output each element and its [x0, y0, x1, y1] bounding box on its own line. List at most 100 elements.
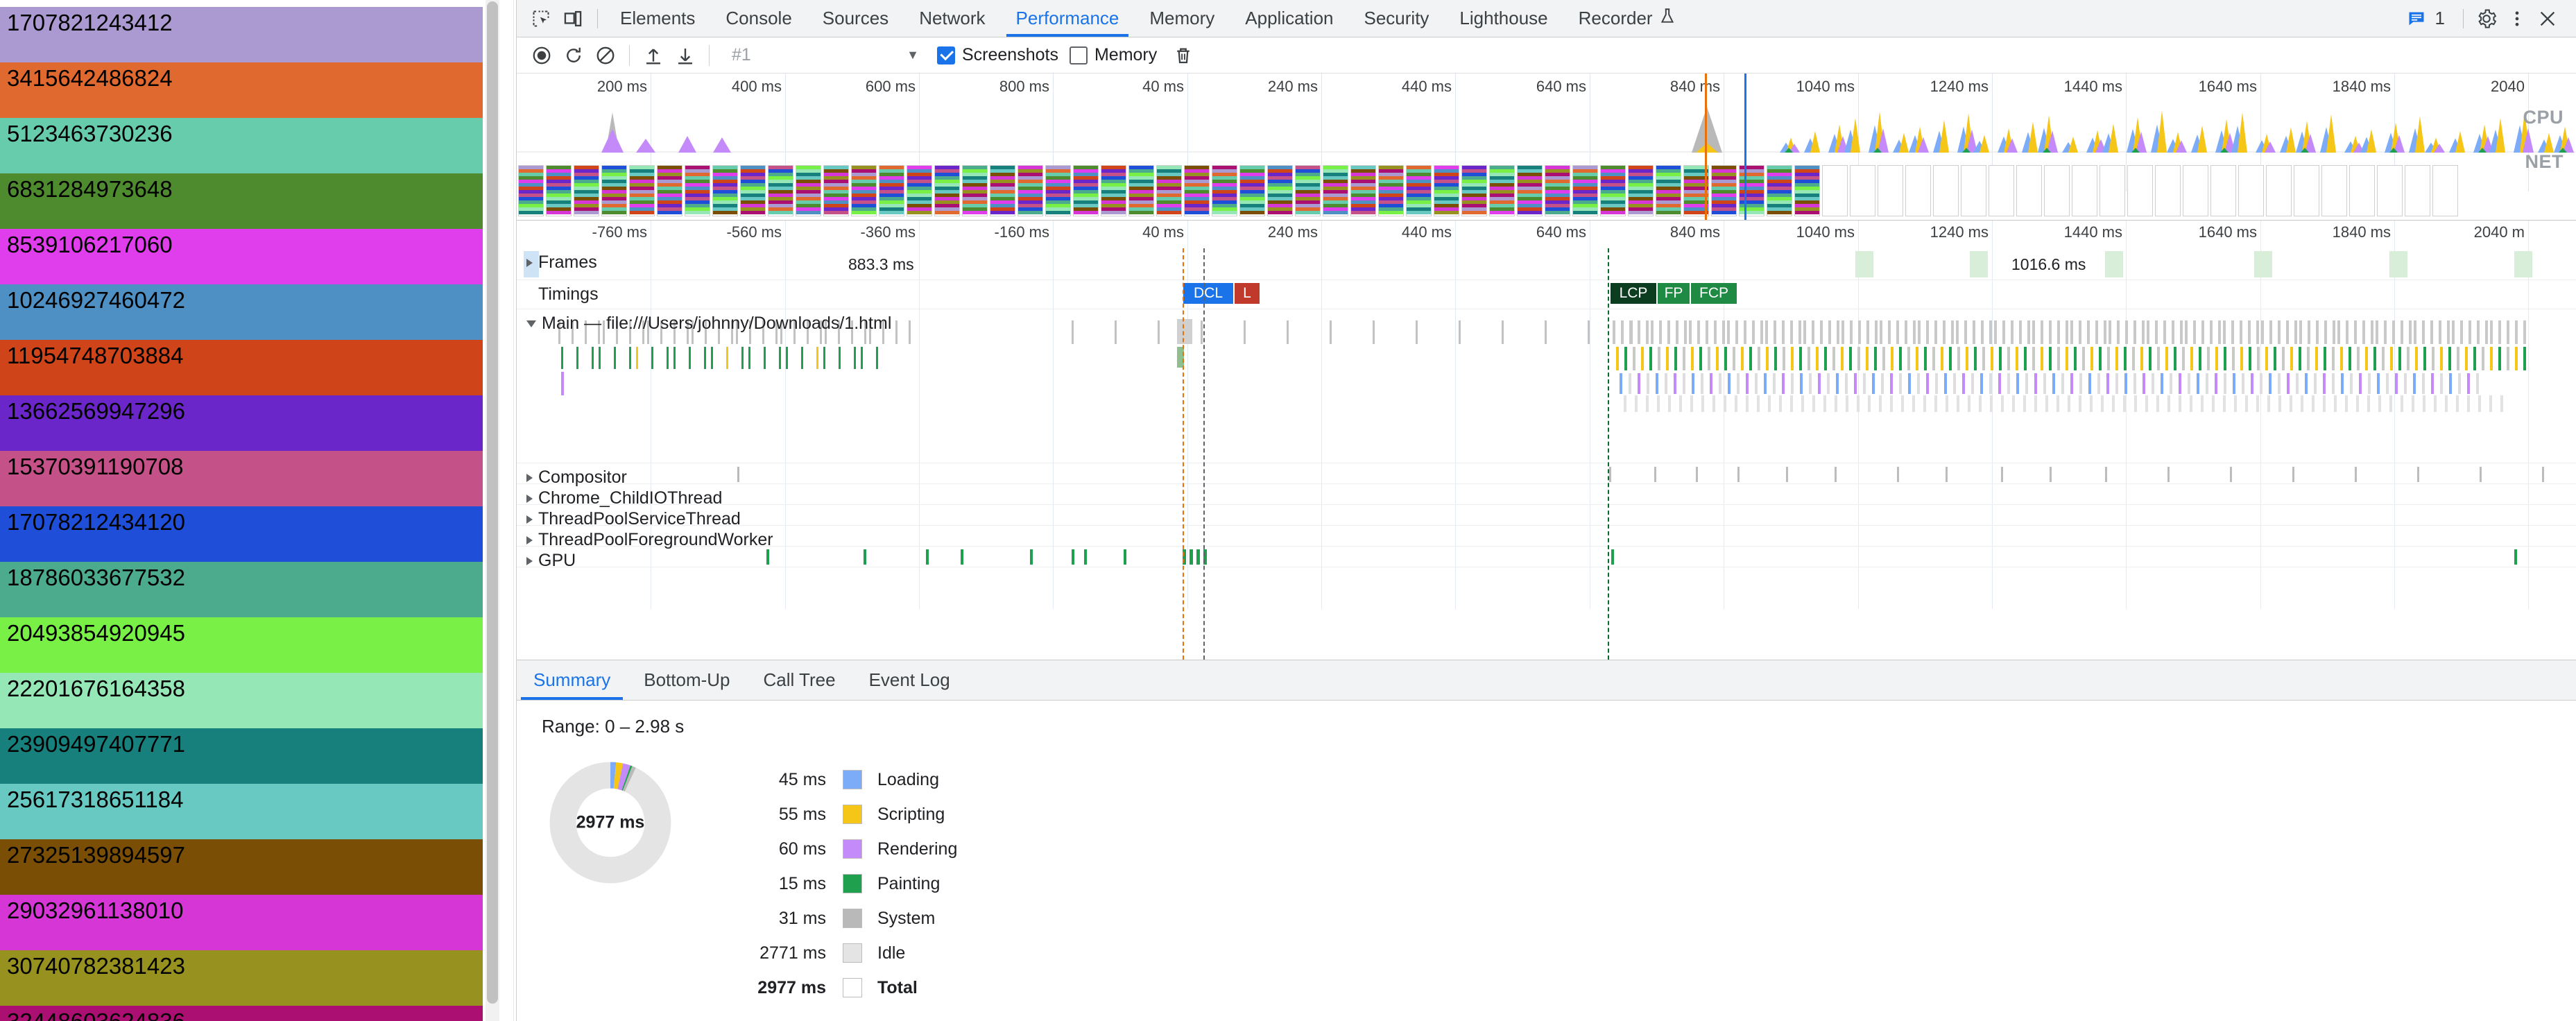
- filmstrip-frame[interactable]: [1073, 165, 1099, 216]
- filmstrip-frame[interactable]: [2155, 165, 2181, 216]
- filmstrip-frame[interactable]: [1295, 165, 1321, 216]
- clear-button[interactable]: [590, 40, 621, 71]
- timeline-tracks[interactable]: -760 ms -560 ms -360 ms -160 ms 40 ms 240 ms 4…: [517, 221, 2576, 660]
- track-row-main[interactable]: Main — file:///Users/johnny/Downloads/1.…: [517, 309, 2576, 463]
- filmstrip-frame[interactable]: [907, 165, 932, 216]
- filmstrip-frame[interactable]: [2238, 165, 2264, 216]
- track-label[interactable]: ThreadPoolForegroundWorker: [526, 530, 773, 550]
- filmstrip-frame[interactable]: [574, 165, 599, 216]
- timing-marker[interactable]: DCL: [1183, 283, 1233, 304]
- filmstrip-frame[interactable]: [1461, 165, 1487, 216]
- chevron-right-icon[interactable]: [526, 258, 533, 267]
- filmstrip-frame[interactable]: [2100, 165, 2125, 216]
- filmstrip-frame[interactable]: [1878, 165, 1903, 216]
- filmstrip-frame[interactable]: [1739, 165, 1764, 216]
- frame-thumbnail[interactable]: [1855, 251, 1873, 277]
- filmstrip-frame[interactable]: [990, 165, 1015, 216]
- timing-marker[interactable]: FCP: [1691, 283, 1737, 304]
- filmstrip-frame[interactable]: [1045, 165, 1071, 216]
- filmstrip-frame[interactable]: [1600, 165, 1626, 216]
- filmstrip-frame[interactable]: [518, 165, 544, 216]
- track-row-chrome_childiothread[interactable]: Chrome_ChildIOThread: [517, 484, 2576, 508]
- filmstrip-frame[interactable]: [2294, 165, 2319, 216]
- filmstrip-frame[interactable]: [1267, 165, 1293, 216]
- legend-row[interactable]: 15 ms Painting: [711, 866, 957, 901]
- filmstrip-frame[interactable]: [1545, 165, 1570, 216]
- filmstrip-frame[interactable]: [1989, 165, 2014, 216]
- tab-recorder[interactable]: Recorder: [1563, 0, 1692, 37]
- filmstrip-frame[interactable]: [879, 165, 904, 216]
- filmstrip-frame[interactable]: [1628, 165, 1654, 216]
- legend-row[interactable]: 2771 ms Idle: [711, 936, 957, 970]
- filmstrip-frame[interactable]: [1406, 165, 1432, 216]
- filmstrip-frame[interactable]: [768, 165, 793, 216]
- filmstrip-frame[interactable]: [1378, 165, 1404, 216]
- page-scrollbar[interactable]: [486, 0, 499, 1021]
- filmstrip-frame[interactable]: [629, 165, 655, 216]
- messages-icon[interactable]: [2402, 4, 2431, 33]
- more-options-icon[interactable]: [2502, 4, 2532, 33]
- screenshots-checkbox-box[interactable]: [937, 46, 955, 65]
- filmstrip-frame[interactable]: [2432, 165, 2458, 216]
- filmstrip-frame[interactable]: [685, 165, 710, 216]
- track-label[interactable]: Frames: [526, 252, 597, 273]
- track-row-gpu[interactable]: GPU: [517, 547, 2576, 570]
- playhead-primary[interactable]: [1203, 248, 1205, 660]
- chevron-right-icon[interactable]: [526, 535, 533, 544]
- detail-tab-call-tree[interactable]: Call Tree: [747, 660, 852, 700]
- detail-tab-event-log[interactable]: Event Log: [852, 660, 967, 700]
- memory-checkbox[interactable]: Memory: [1069, 45, 1157, 65]
- track-label[interactable]: Compositor: [526, 467, 627, 488]
- chevron-right-icon[interactable]: [526, 515, 533, 524]
- filmstrip-frame[interactable]: [1961, 165, 1986, 216]
- filmstrip-frame[interactable]: [1572, 165, 1598, 216]
- tab-memory[interactable]: Memory: [1134, 0, 1230, 37]
- frame-thumbnail[interactable]: [2389, 251, 2407, 277]
- track-row-threadpoolforegroundworker[interactable]: ThreadPoolForegroundWorker: [517, 526, 2576, 550]
- device-toolbar-icon[interactable]: [558, 4, 587, 33]
- track-row-timings[interactable]: Timings DCL L LCP FP FCP: [517, 280, 2576, 309]
- detail-tab-summary[interactable]: Summary: [517, 660, 627, 700]
- tab-application[interactable]: Application: [1230, 0, 1348, 37]
- filmstrip-frame[interactable]: [1434, 165, 1459, 216]
- track-label[interactable]: Timings: [526, 284, 599, 304]
- filmstrip-frame[interactable]: [851, 165, 877, 216]
- filmstrip-frame[interactable]: [823, 165, 849, 216]
- timing-marker[interactable]: LCP: [1611, 283, 1656, 304]
- track-label[interactable]: Main — file:///Users/johnny/Downloads/1.…: [526, 314, 891, 334]
- track-row-frames[interactable]: Frames 883.3 ms 1016.6 ms: [517, 248, 2576, 280]
- profile-select[interactable]: #1 ▼: [725, 42, 926, 69]
- filmstrip-frame[interactable]: [740, 165, 766, 216]
- filmstrip-frame[interactable]: [1212, 165, 1237, 216]
- timeline-overview[interactable]: 200 ms 400 ms 600 ms 800 ms 40 ms 240 ms 440 m…: [517, 74, 2576, 221]
- timing-marker[interactable]: FP: [1658, 283, 1690, 304]
- tab-elements[interactable]: Elements: [605, 0, 710, 37]
- track-label[interactable]: ThreadPoolServiceThread: [526, 509, 741, 529]
- filmstrip-frame[interactable]: [1239, 165, 1265, 216]
- filmstrip-frame[interactable]: [934, 165, 960, 216]
- inspect-element-icon[interactable]: [526, 4, 556, 33]
- filmstrip-frame[interactable]: [1128, 165, 1154, 216]
- chevron-right-icon[interactable]: [526, 556, 533, 565]
- filmstrip-frame[interactable]: [1350, 165, 1376, 216]
- filmstrip-frame[interactable]: [2210, 165, 2236, 216]
- filmstrip-frame[interactable]: [1156, 165, 1182, 216]
- save-profile-button[interactable]: [670, 40, 701, 71]
- close-icon[interactable]: [2533, 4, 2562, 33]
- tab-sources[interactable]: Sources: [807, 0, 904, 37]
- legend-row[interactable]: 31 ms System: [711, 901, 957, 936]
- chevron-down-icon[interactable]: [526, 320, 536, 327]
- filmstrip-frame[interactable]: [1184, 165, 1210, 216]
- collect-garbage-button[interactable]: [1168, 40, 1199, 71]
- filmstrip-frame[interactable]: [2266, 165, 2292, 216]
- filmstrip-frame[interactable]: [1822, 165, 1848, 216]
- filmstrip-frame[interactable]: [2016, 165, 2042, 216]
- tab-console[interactable]: Console: [710, 0, 807, 37]
- filmstrip-frame[interactable]: [1933, 165, 1959, 216]
- timing-marker[interactable]: L: [1235, 283, 1260, 304]
- filmstrip-frame[interactable]: [657, 165, 682, 216]
- filmstrip-frame[interactable]: [1850, 165, 1875, 216]
- record-button[interactable]: [526, 40, 557, 71]
- frame-thumbnail[interactable]: [2254, 251, 2272, 277]
- filmstrip-frame[interactable]: [1711, 165, 1737, 216]
